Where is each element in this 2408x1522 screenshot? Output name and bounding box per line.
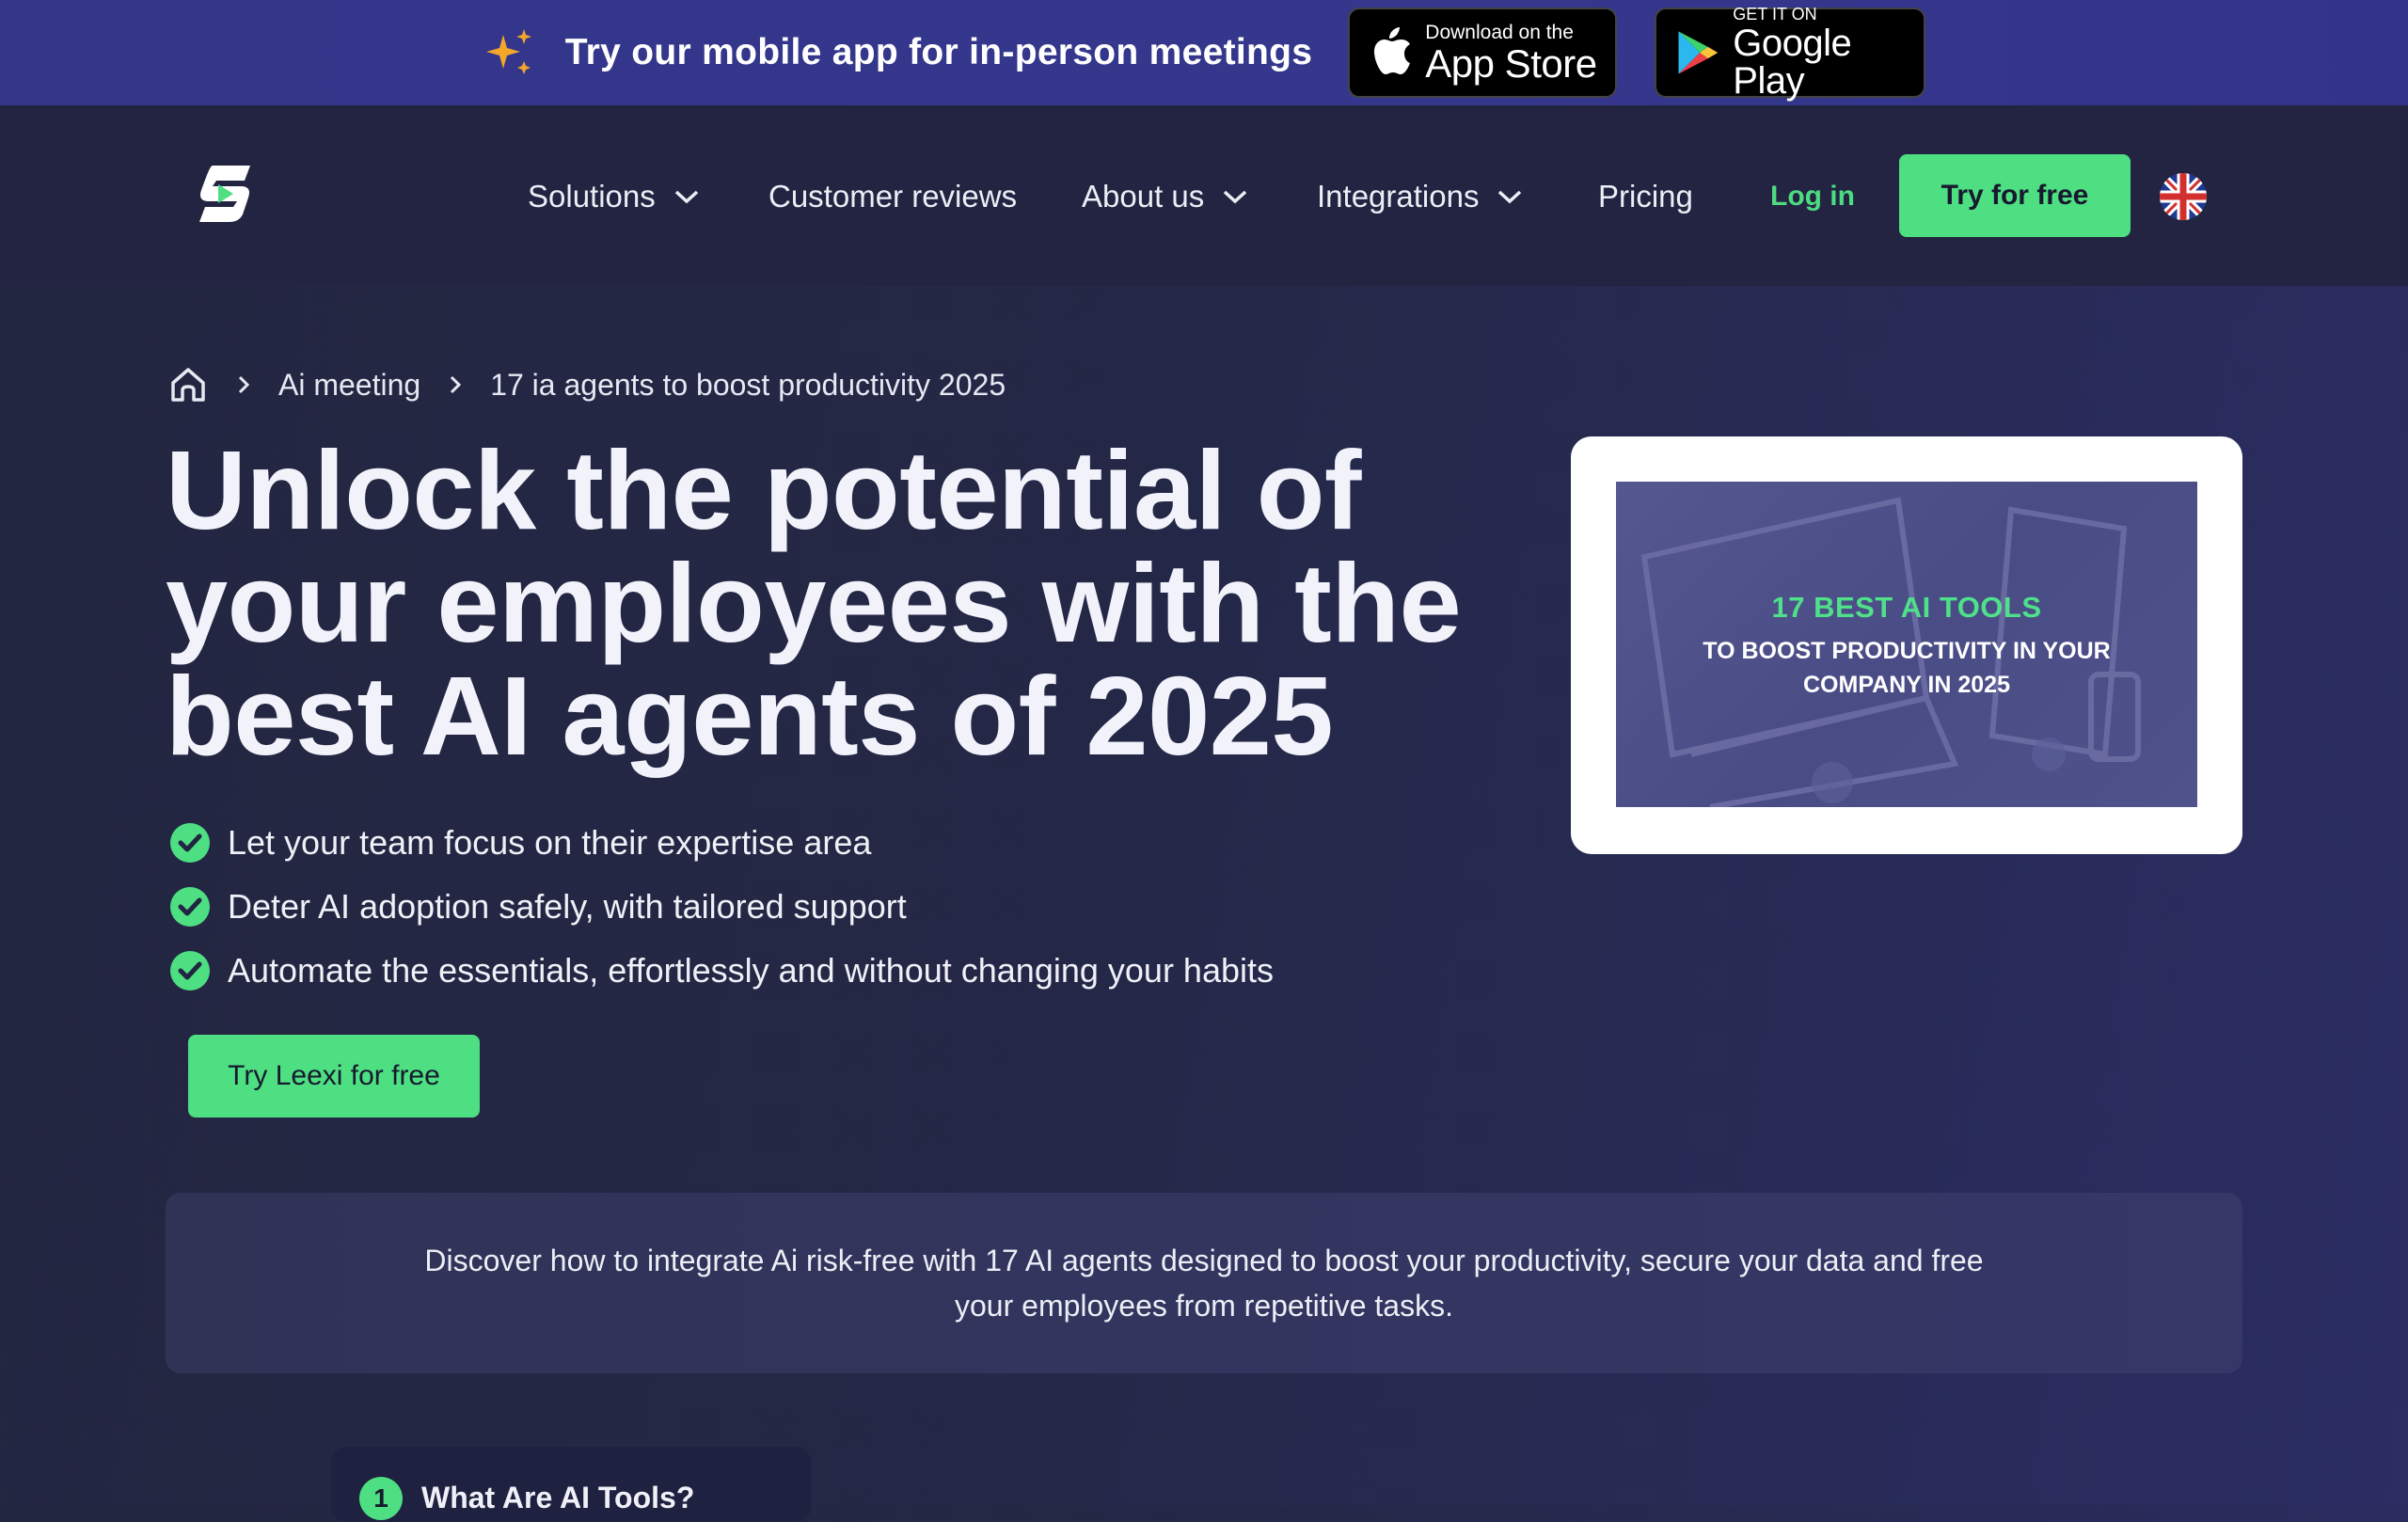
hero-bullet: Automate the essentials, effortlessly an… <box>169 939 1274 1003</box>
chevron-down-icon <box>1224 190 1247 204</box>
hero-bullet-list: Let your team focus on their expertise a… <box>169 811 1274 1003</box>
nav-pricing-label: Pricing <box>1598 179 1693 214</box>
promo-text: Try our mobile app for in-person meeting… <box>564 32 1313 72</box>
hero-bullet: Deter AI adoption safely, with tailored … <box>169 875 1274 939</box>
sparkle-icon <box>485 29 531 74</box>
nav-solutions-label: Solutions <box>528 179 656 214</box>
google-play-big-label: Google Play <box>1733 23 1852 102</box>
nav-customer-reviews[interactable]: Customer reviews <box>768 173 1017 220</box>
google-play-badge[interactable]: GET IT ON Google Play <box>1655 5 1926 102</box>
check-circle-icon <box>170 887 210 927</box>
main-navigation: Solutions Customer reviews About us Inte… <box>0 105 2408 286</box>
breadcrumb-ai-meeting[interactable]: Ai meeting <box>278 368 420 403</box>
chevron-down-icon <box>674 190 698 204</box>
google-play-small-label: GET IT ON <box>1733 5 1817 24</box>
try-for-free-button[interactable]: Try for free <box>1899 154 2131 237</box>
featured-image: 17 BEST AI TOOLS TO BOOST PRODUCTIVITY I… <box>1616 482 2197 807</box>
check-circle-icon <box>170 823 210 863</box>
page-title: Unlock the potential of your employees w… <box>166 428 1462 779</box>
app-store-small-label: Download on the <box>1425 21 1574 43</box>
apple-icon <box>1374 27 1411 74</box>
toc-item[interactable]: 1 What Are AI Tools? <box>331 1447 811 1522</box>
hero-bullet: Let your team focus on their expertise a… <box>169 811 1274 875</box>
intro-box: Discover how to integrate Ai risk-free w… <box>166 1193 2242 1373</box>
card-heading: 17 BEST AI TOOLS <box>1771 591 2042 624</box>
nav-integrations-label: Integrations <box>1317 179 1480 214</box>
google-play-icon <box>1678 31 1719 74</box>
chevron-down-icon <box>1498 190 1522 204</box>
nav-integrations[interactable]: Integrations <box>1317 173 1524 220</box>
hero-bullet-text: Deter AI adoption safely, with tailored … <box>228 887 907 926</box>
nav-customer-reviews-label: Customer reviews <box>768 179 1018 214</box>
featured-image-card: 17 BEST AI TOOLS TO BOOST PRODUCTIVITY I… <box>1571 436 2242 854</box>
nav-about-us[interactable]: About us <box>1082 173 1249 220</box>
breadcrumb: Ai meeting 17 ia agents to boost product… <box>167 361 1006 408</box>
breadcrumb-current: 17 ia agents to boost productivity 2025 <box>490 367 1006 402</box>
app-store-badge[interactable]: Download on the App Store <box>1348 8 1618 98</box>
card-subheading: TO BOOST PRODUCTIVITY IN YOUR COMPANY IN… <box>1703 638 2111 698</box>
intro-text: Discover how to integrate Ai risk-free w… <box>424 1244 1984 1323</box>
home-icon[interactable] <box>167 364 209 405</box>
chevron-right-icon <box>451 375 462 394</box>
chevron-right-icon <box>238 375 250 394</box>
nav-solutions[interactable]: Solutions <box>528 173 701 220</box>
hero-bullet-text: Let your team focus on their expertise a… <box>228 823 872 862</box>
check-circle-icon <box>170 951 210 991</box>
nav-pricing[interactable]: Pricing <box>1598 173 1693 220</box>
toc-label: What Are AI Tools? <box>421 1481 695 1514</box>
app-store-big-label: App Store <box>1425 40 1597 86</box>
toc-number: 1 <box>359 1477 403 1520</box>
try-leexi-button[interactable]: Try Leexi for free <box>188 1035 480 1118</box>
promo-bar: Try our mobile app for in-person meeting… <box>0 0 2408 105</box>
leexi-logo[interactable] <box>192 164 260 224</box>
nav-about-us-label: About us <box>1082 179 1205 214</box>
login-link[interactable]: Log in <box>1770 173 1855 220</box>
hero-bullet-text: Automate the essentials, effortlessly an… <box>228 951 1274 990</box>
uk-flag-icon[interactable] <box>2160 173 2207 220</box>
